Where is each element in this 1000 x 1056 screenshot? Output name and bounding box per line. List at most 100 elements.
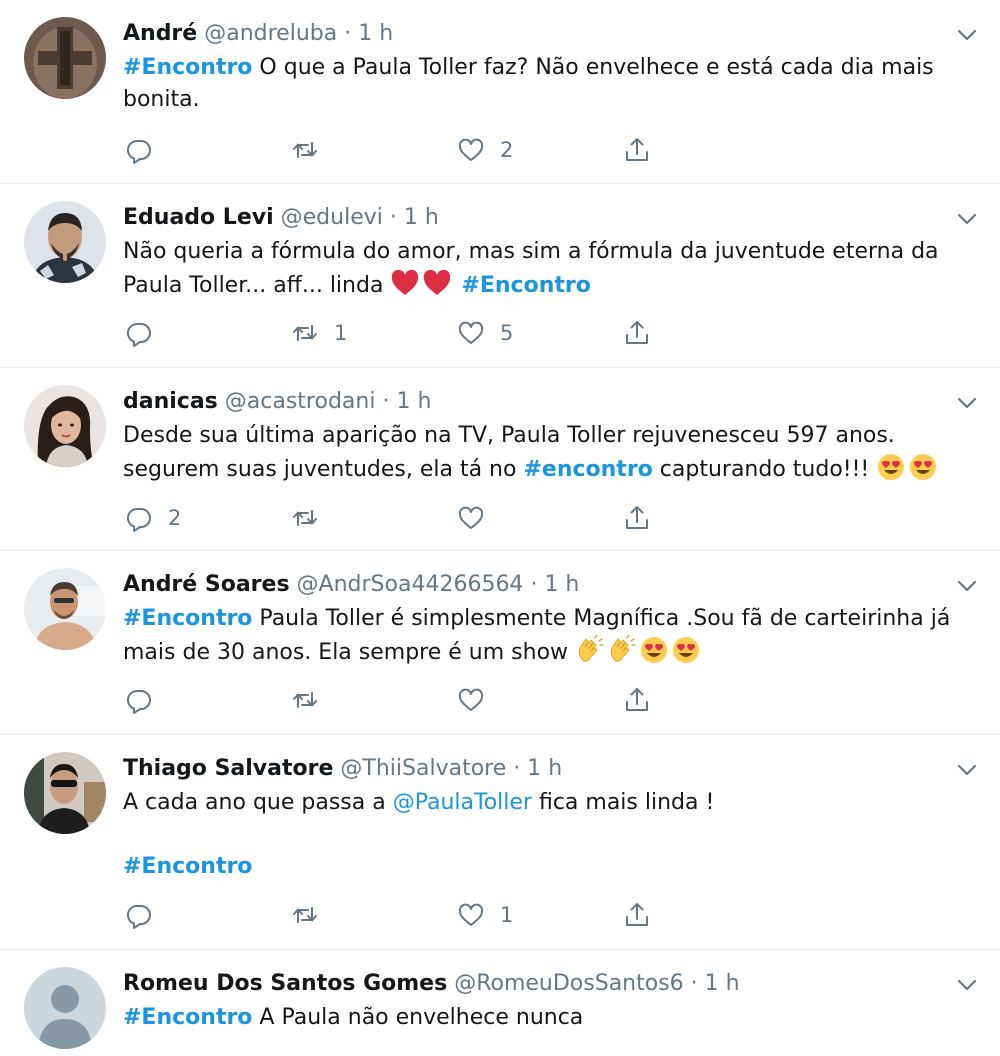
share-icon — [622, 900, 652, 930]
display-name[interactable]: Thiago Salvatore — [123, 756, 333, 781]
retweet-count: 1 — [334, 321, 348, 345]
hashtag-link[interactable]: #Encontro — [123, 1005, 252, 1030]
tweet[interactable]: danicas @acastrodani · 1 h Desde sua últ… — [0, 368, 1000, 551]
separator-dot: · — [690, 971, 698, 996]
hashtag-link[interactable]: #Encontro — [123, 854, 252, 879]
share-icon — [622, 318, 652, 348]
avatar[interactable] — [24, 17, 106, 99]
avatar[interactable] — [24, 201, 106, 283]
reply-icon — [124, 503, 154, 533]
tweet-text-content: A cada ano que passa a — [123, 790, 393, 815]
tweet-text: #Encontro O que a Paula Toller faz? Não … — [123, 52, 973, 116]
default-avatar-icon — [24, 967, 106, 1049]
retweet-button[interactable] — [290, 898, 334, 932]
like-count: 2 — [500, 138, 514, 162]
display-name[interactable]: André Soares — [123, 572, 290, 597]
display-name[interactable]: Romeu Dos Santos Gomes — [123, 971, 447, 996]
retweet-button[interactable] — [290, 683, 334, 717]
reply-button[interactable] — [124, 898, 168, 932]
tweet[interactable]: Thiago Salvatore @ThiiSalvatore · 1 h A … — [0, 735, 1000, 950]
chevron-down-icon[interactable] — [954, 757, 980, 783]
tweet-text: Desde sua última aparição na TV, Paula T… — [123, 420, 973, 486]
avatar[interactable] — [24, 967, 106, 1049]
display-name[interactable]: danicas — [123, 389, 218, 414]
tweet-text: #Encontro A Paula não envelhece nunca — [123, 1002, 973, 1034]
like-button[interactable] — [456, 501, 500, 535]
hashtag-link[interactable]: #Encontro — [123, 55, 252, 80]
username-handle[interactable]: @RomeuDosSantos6 — [454, 971, 683, 996]
hashtag-link[interactable]: #Encontro — [123, 606, 252, 631]
share-button[interactable] — [622, 898, 652, 932]
retweet-icon — [290, 900, 320, 930]
display-name[interactable]: André — [123, 21, 197, 46]
timestamp[interactable]: 1 h — [404, 205, 439, 230]
retweet-button[interactable] — [290, 501, 334, 535]
separator-dot: · — [344, 21, 352, 46]
separator-dot: · — [513, 756, 521, 781]
display-name[interactable]: Eduado Levi — [123, 205, 274, 230]
tweet-text-content: A Paula não envelhece nunca — [252, 1005, 584, 1030]
username-handle[interactable]: @AndrSoa44266564 — [297, 572, 524, 597]
tweet[interactable]: Romeu Dos Santos Gomes @RomeuDosSantos6 … — [0, 950, 1000, 1056]
like-button[interactable] — [456, 683, 500, 717]
share-button[interactable] — [622, 133, 652, 167]
avatar[interactable] — [24, 752, 106, 834]
chevron-down-icon[interactable] — [954, 390, 980, 416]
avatar-image — [24, 752, 106, 834]
chevron-down-icon[interactable] — [954, 22, 980, 48]
tweet[interactable]: Eduado Levi @edulevi · 1 h Não queria a … — [0, 184, 1000, 368]
retweet-icon — [290, 685, 320, 715]
like-button[interactable]: 1 — [456, 898, 513, 932]
avatar[interactable] — [24, 568, 106, 650]
heart-outline-icon — [456, 685, 486, 715]
tweet-actions — [124, 683, 684, 717]
avatar-image — [24, 17, 106, 99]
mention-link[interactable]: @PaulaToller — [393, 790, 532, 815]
hashtag-link[interactable]: #Encontro — [461, 273, 590, 298]
red-heart-icon — [390, 268, 420, 298]
chevron-down-icon[interactable] — [954, 972, 980, 998]
share-button[interactable] — [622, 501, 652, 535]
share-icon — [622, 135, 652, 165]
avatar[interactable] — [24, 385, 106, 467]
separator-dot: · — [389, 205, 397, 230]
timestamp[interactable]: 1 h — [527, 756, 562, 781]
clapping-hands-icon — [575, 635, 605, 665]
avatar-image — [24, 568, 106, 650]
timestamp[interactable]: 1 h — [396, 389, 431, 414]
share-button[interactable] — [622, 316, 652, 350]
like-button[interactable]: 2 — [456, 133, 513, 167]
like-button[interactable]: 5 — [456, 316, 513, 350]
clapping-hands-icon — [607, 635, 637, 665]
username-handle[interactable]: @acastrodani — [225, 389, 376, 414]
username-handle[interactable]: @ThiiSalvatore — [340, 756, 506, 781]
retweet-button[interactable] — [290, 133, 334, 167]
chevron-down-icon[interactable] — [954, 206, 980, 232]
retweet-icon — [290, 503, 320, 533]
separator-dot: · — [382, 389, 390, 414]
tweet[interactable]: André @andreluba · 1 h #Encontro O que a… — [0, 0, 1000, 184]
reply-button[interactable] — [124, 683, 168, 717]
tweet[interactable]: André Soares @AndrSoa44266564 · 1 h #Enc… — [0, 551, 1000, 735]
heart-eyes-icon — [908, 452, 938, 482]
heart-outline-icon — [456, 135, 486, 165]
like-count: 1 — [500, 903, 514, 927]
timestamp[interactable]: 1 h — [358, 21, 393, 46]
retweet-icon — [290, 318, 320, 348]
reply-button[interactable] — [124, 316, 168, 350]
timestamp[interactable]: 1 h — [705, 971, 740, 996]
reply-button[interactable]: 2 — [124, 501, 181, 535]
username-handle[interactable]: @andreluba — [204, 21, 337, 46]
avatar-image — [24, 385, 106, 467]
tweet-actions: 1 5 — [124, 316, 684, 350]
hashtag-link[interactable]: #encontro — [523, 457, 652, 482]
timestamp[interactable]: 1 h — [544, 572, 579, 597]
reply-button[interactable] — [124, 133, 168, 167]
chevron-down-icon[interactable] — [954, 573, 980, 599]
username-handle[interactable]: @edulevi — [281, 205, 383, 230]
red-heart-icon — [422, 268, 452, 298]
tweet-header: Eduado Levi @edulevi · 1 h — [123, 202, 439, 234]
reply-icon — [124, 135, 154, 165]
retweet-button[interactable]: 1 — [290, 316, 347, 350]
share-button[interactable] — [622, 683, 652, 717]
